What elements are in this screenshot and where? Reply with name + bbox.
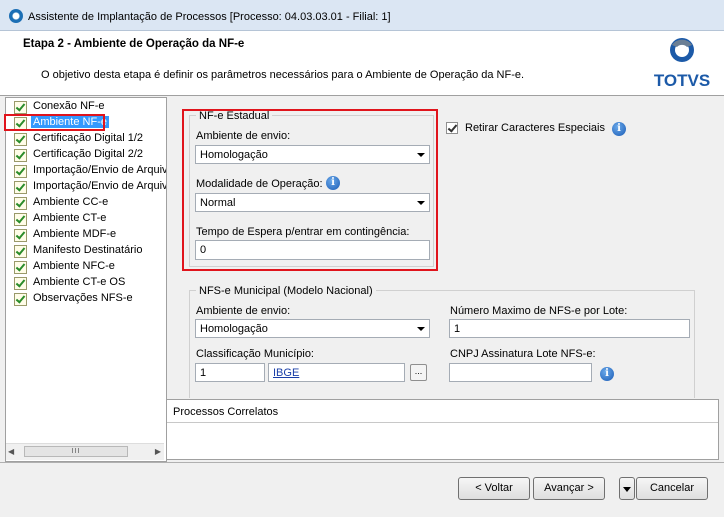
tree-item-label: Conexão NF-e [33, 100, 105, 112]
processos-panel: Processos Correlatos [166, 399, 719, 460]
browse-button[interactable]: ... [410, 364, 427, 381]
checked-icon [14, 101, 27, 114]
nfse-numero-input[interactable]: 1 [449, 319, 690, 338]
nfse-ibge-field: IBGE [268, 363, 405, 382]
tree-item-label: Ambiente CT-e [33, 212, 107, 224]
totvs-logo: TOTVS [650, 36, 714, 92]
nfe-estadual-highlight-box [182, 109, 438, 271]
retirar-checkbox[interactable] [446, 122, 458, 134]
step-title: Etapa 2 - Ambiente de Operação da NF-e [23, 38, 245, 50]
nfse-cnpj-input[interactable] [449, 363, 592, 382]
ibge-link[interactable]: IBGE [273, 367, 299, 379]
checked-icon [14, 149, 27, 162]
nfse-title: NFS-e Municipal (Modelo Nacional) [196, 285, 376, 297]
checked-icon [14, 181, 27, 194]
processos-header: Processos Correlatos [167, 400, 718, 423]
nfse-classificacao-value: 1 [200, 367, 207, 379]
checked-icon [14, 261, 27, 274]
cancelar-button[interactable]: Cancelar [636, 477, 708, 500]
window-titlebar: Assistente de Implantação de Processos [… [0, 0, 724, 31]
checked-icon [14, 165, 27, 178]
nfse-classificacao-label: Classificação Município: [196, 348, 314, 360]
tree-item-label: Ambiente CC-e [33, 196, 109, 208]
nfse-cnpj-label: CNPJ Assinatura Lote NFS-e: [450, 348, 596, 360]
voltar-button[interactable]: < Voltar [458, 477, 530, 500]
checked-icon [14, 197, 27, 210]
tree-item-label: Ambiente MDF-e [33, 228, 117, 240]
nfse-classificacao-input[interactable]: 1 [195, 363, 265, 382]
nfse-ambiente-select[interactable]: Homologação [195, 319, 430, 338]
checked-icon [14, 213, 27, 226]
checked-icon [14, 133, 27, 146]
tree-item-label: Certificação Digital 1/2 [33, 132, 144, 144]
checked-icon [14, 229, 27, 242]
tree-item-label: Observações NFS-e [33, 292, 133, 304]
processos-title: Processos Correlatos [173, 406, 279, 418]
nfse-ambiente-label: Ambiente de envio: [196, 305, 291, 317]
checked-icon [14, 293, 27, 306]
nfse-ambiente-value: Homologação [200, 323, 268, 335]
steps-tree[interactable]: Conexão NF-e Ambiente NF-e Certificação Di… [5, 97, 167, 462]
brand-text: TOTVS [654, 71, 710, 90]
checked-icon [14, 245, 27, 258]
nfse-numero-value: 1 [454, 323, 461, 335]
options-dropdown-button[interactable] [619, 477, 635, 500]
info-icon[interactable]: i [600, 367, 614, 381]
retirar-label: Retirar Caracteres Especiais [465, 122, 605, 134]
tree-item-label: Certificação Digital 2/2 [33, 148, 144, 160]
scroll-right-icon[interactable]: ▶ [155, 447, 161, 456]
scroll-left-icon[interactable]: ◀ [8, 447, 14, 456]
scroll-thumb[interactable]: III [24, 446, 128, 457]
chevron-down-icon [417, 327, 425, 331]
tree-horizontal-scrollbar[interactable]: ◀ III ▶ [6, 443, 164, 460]
app-icon [9, 9, 23, 23]
avancar-button[interactable]: Avançar > [533, 477, 605, 500]
window-title: Assistente de Implantação de Processos [… [28, 11, 391, 23]
tree-item-label: Importação/Envio de Arquiv [33, 164, 167, 176]
tree-item-label: Ambiente NFC-e [33, 260, 115, 272]
info-icon[interactable]: i [612, 122, 626, 136]
tree-highlight-box [4, 114, 105, 131]
step-description: O objetivo desta etapa é definir os parâ… [41, 69, 525, 81]
tree-item-label: Ambiente CT-e OS [33, 276, 126, 288]
tree-item-label: Manifesto Destinatário [33, 244, 143, 256]
tree-item-label: Importação/Envio de Arquiv [33, 180, 167, 192]
nfse-numero-label: Número Maximo de NFS-e por Lote: [450, 305, 628, 317]
checked-icon [14, 277, 27, 290]
footer-divider [0, 462, 724, 463]
